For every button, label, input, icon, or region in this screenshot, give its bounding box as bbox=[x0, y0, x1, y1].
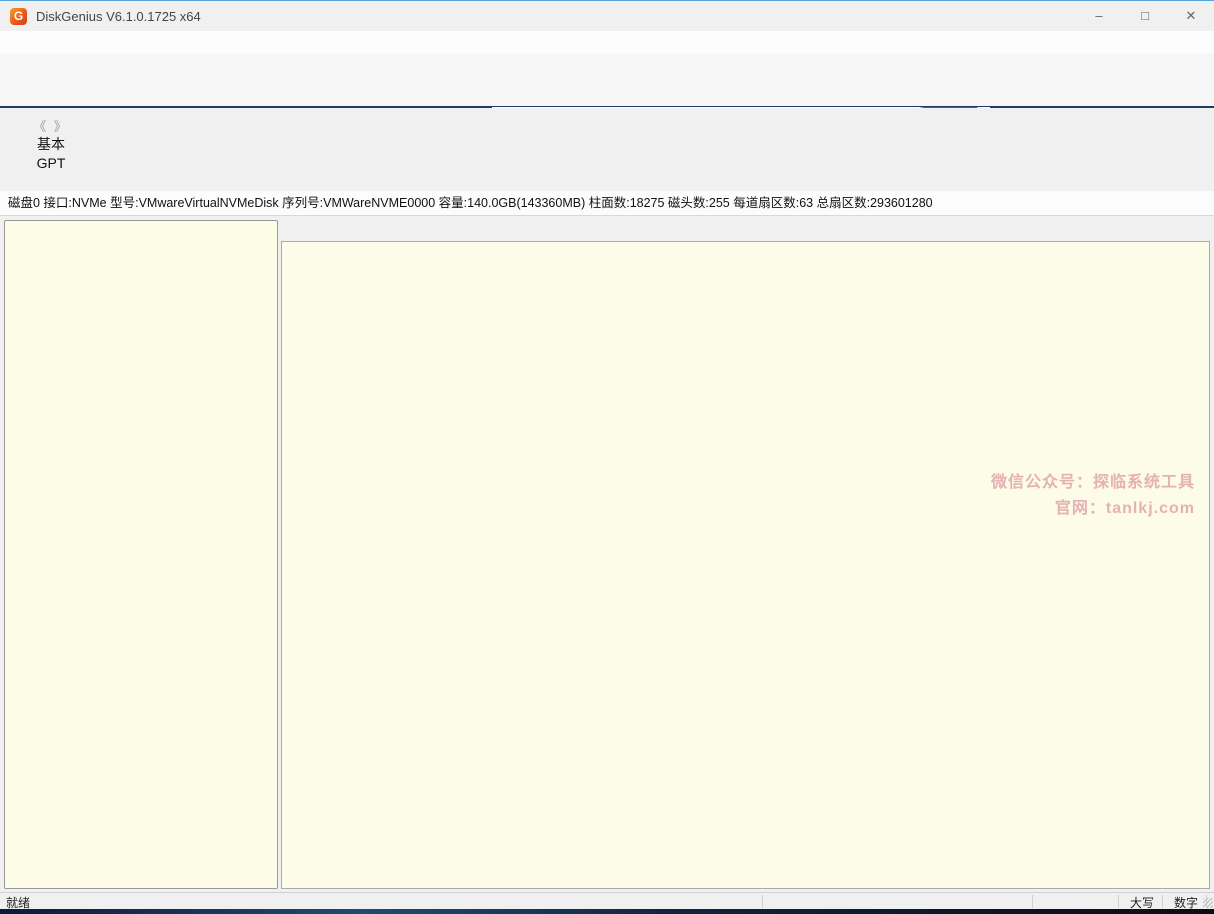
diskgenius-window: G DiskGenius V6.1.0.1725 x64 – □ ✕ DiskG… bbox=[0, 0, 1214, 914]
toolbar: DiskGenius 团队为您服务 文件恢复 或数据恢复软件 扫码咨询 微信客服 bbox=[0, 53, 1214, 158]
title-bar: G DiskGenius V6.1.0.1725 x64 – □ ✕ bbox=[0, 1, 1214, 31]
disk-nav-arrows[interactable]: 《 》 bbox=[22, 116, 80, 135]
disk-partition-style: 基本 bbox=[37, 136, 65, 152]
partition-tree-panel bbox=[4, 220, 278, 889]
maximize-button[interactable]: □ bbox=[1122, 1, 1168, 31]
disk-info-line: 磁盘0 接口:NVMe 型号:VMwareVirtualNVMeDisk 序列号… bbox=[0, 191, 1214, 216]
minimize-button[interactable]: – bbox=[1076, 1, 1122, 31]
window-title: DiskGenius V6.1.0.1725 x64 bbox=[36, 8, 201, 24]
disk-graph-panel: 《 》 基本 GPT bbox=[0, 108, 1214, 191]
watermark-line1: 微信公众号：探临系统工具 bbox=[990, 474, 1195, 491]
app-logo-icon: G bbox=[10, 7, 27, 25]
watermark-line2: 官网：tanlkj.com bbox=[1054, 500, 1195, 517]
disk-nav: 《 》 基本 GPT bbox=[22, 116, 80, 173]
right-panel: 微信公众号：探临系统工具 官网：tanlkj.com bbox=[281, 216, 1210, 889]
menu-bar bbox=[0, 31, 1214, 53]
taskbar-edge bbox=[0, 909, 1214, 914]
disk-table-type: GPT bbox=[36, 155, 66, 171]
partition-parameters-content: 微信公众号：探临系统工具 官网：tanlkj.com bbox=[281, 241, 1210, 889]
close-button[interactable]: ✕ bbox=[1168, 1, 1214, 31]
resize-grip[interactable] bbox=[1203, 898, 1213, 908]
watermark: 微信公众号：探临系统工具 官网：tanlkj.com bbox=[991, 470, 1195, 522]
status-bar: 就绪 大写 数字 bbox=[0, 892, 1214, 910]
